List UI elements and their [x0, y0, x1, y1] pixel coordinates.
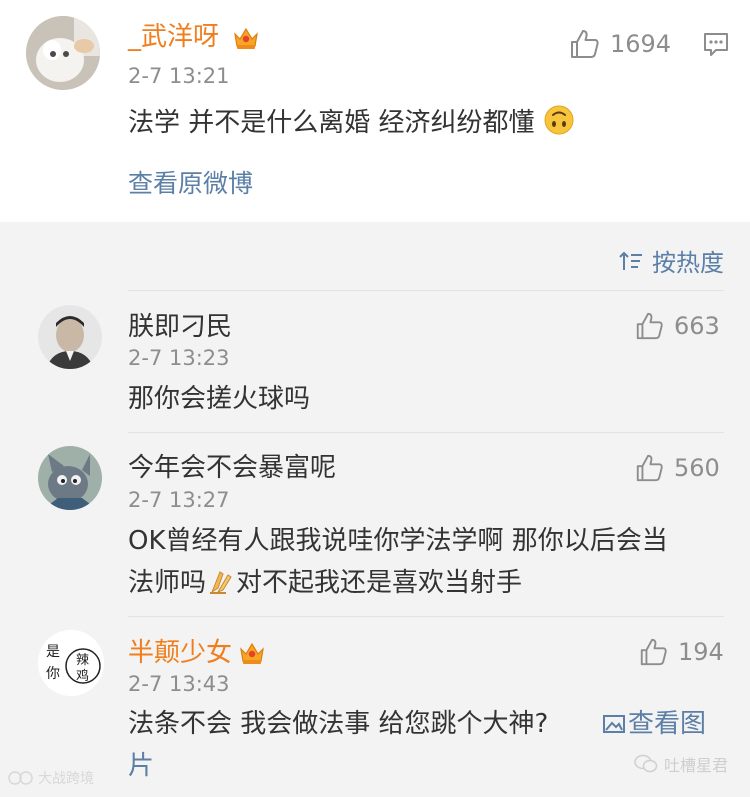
avatar[interactable]: [38, 446, 102, 510]
avatar[interactable]: [38, 305, 102, 369]
vip-crown-icon: [234, 27, 258, 49]
comment-time: 2-7 13:23: [128, 346, 230, 370]
divider: [128, 290, 724, 291]
thumbs-up-icon: [571, 30, 599, 58]
main-post: _武洋呀 2-7 13:21 1694 法学 并不是什么离婚 经济纠纷都懂 查看…: [0, 0, 750, 222]
comment-text-part: 法师吗: [128, 568, 207, 598]
username[interactable]: _武洋呀: [128, 22, 219, 52]
man-avatar-image: [38, 305, 102, 369]
post-time: 2-7 13:21: [128, 64, 230, 88]
comment-icon[interactable]: [702, 30, 730, 58]
cartoon-cat-avatar-image: [38, 446, 102, 510]
comment-time: 2-7 13:43: [128, 672, 230, 696]
handwriting-avatar-image: 是 你 辣 鸡: [38, 630, 104, 696]
avatar-text: 辣: [76, 653, 89, 668]
sort-label: 按热度: [652, 249, 724, 277]
like-button[interactable]: 1694: [568, 28, 671, 60]
view-image-link-cont[interactable]: 片: [128, 745, 154, 787]
wechat-icon: [634, 754, 658, 773]
view-original-link[interactable]: 查看原微博: [128, 163, 253, 205]
watermark-left: 大战跨境: [8, 768, 94, 788]
divider: [128, 432, 724, 433]
avatar-text: 你: [46, 666, 60, 682]
thumbs-up-icon: [636, 454, 663, 482]
watermark-logo-icon: [8, 771, 33, 785]
post-text: 法学 并不是什么离婚 经济纠纷都懂: [128, 102, 575, 144]
vip-crown-icon: [240, 642, 264, 664]
like-count: 1694: [610, 30, 672, 58]
username[interactable]: 半颠少女: [128, 638, 232, 668]
username[interactable]: 今年会不会暴富呢: [128, 453, 336, 483]
upside-down-face-emoji-icon: [544, 105, 574, 135]
avatar-text: 鸡: [76, 668, 89, 684]
comment-text: 那你会搓火球吗: [128, 384, 311, 414]
sort-icon: [619, 251, 642, 270]
hands-together-emoji-icon: [210, 571, 232, 594]
image-icon: [603, 715, 625, 733]
view-image-label: 查看图: [628, 709, 707, 739]
divider: [128, 616, 724, 617]
comment-text-line: 法师吗 对不起我还是喜欢当射手: [128, 562, 522, 604]
watermark-right: 吐槽星君: [634, 752, 728, 776]
watermark-right-text: 吐槽星君: [663, 756, 728, 775]
like-count: 560: [674, 454, 720, 482]
avatar[interactable]: 是 你 辣 鸡: [38, 630, 104, 696]
like-button[interactable]: 194: [638, 637, 724, 667]
thumbs-up-icon: [640, 638, 667, 666]
cat-avatar-image: [26, 16, 100, 90]
comment-time: 2-7 13:27: [128, 488, 230, 512]
view-image-link[interactable]: 查看图: [602, 703, 706, 745]
comment-text: 法条不会 我会做法事 给您跳个大神?: [128, 709, 549, 739]
sort-by-hot-button[interactable]: 按热度: [618, 243, 724, 278]
comment-text: OK曾经有人跟我说哇你学法学啊 那你以后会当: [128, 526, 668, 556]
comment-text-part: 对不起我还是喜欢当射手: [236, 568, 523, 598]
avatar-text: 是: [46, 644, 60, 660]
watermark-left-text: 大战跨境: [38, 771, 94, 787]
like-count: 663: [674, 312, 720, 340]
username[interactable]: 朕即刁民: [128, 312, 232, 342]
avatar[interactable]: [26, 16, 100, 90]
like-button[interactable]: 560: [634, 453, 720, 483]
like-button[interactable]: 663: [634, 311, 720, 341]
thumbs-up-icon: [636, 312, 663, 340]
post-text-content: 法学 并不是什么离婚 经济纠纷都懂: [128, 108, 535, 138]
like-count: 194: [678, 638, 724, 666]
